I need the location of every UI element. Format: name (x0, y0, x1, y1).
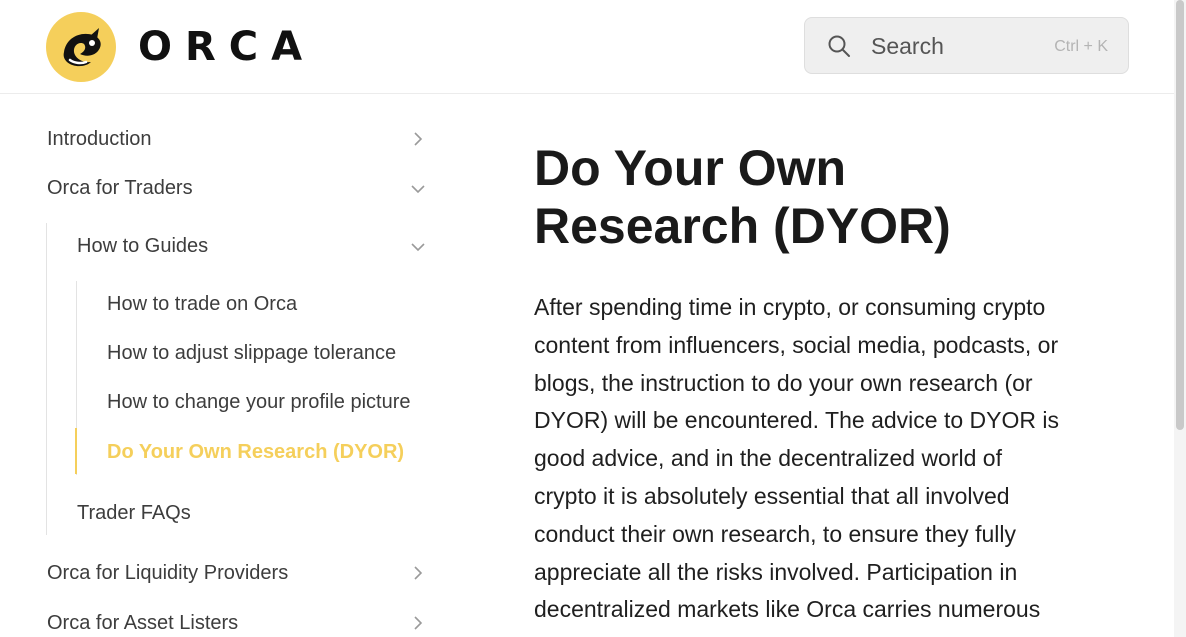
chevron-right-icon[interactable] (411, 566, 425, 580)
brand-wordmark[interactable]: ORCA (138, 22, 315, 72)
search-icon (827, 34, 851, 58)
sidebar-item-slippage-tolerance[interactable]: How to adjust slippage tolerance (107, 340, 396, 366)
page-title: Do Your Own Research (DYOR) (534, 140, 951, 254)
sidebar-item-profile-picture[interactable]: How to change your profile picture (107, 389, 411, 415)
search-shortcut-hint: Ctrl + K (1054, 38, 1108, 55)
search-placeholder: Search (871, 33, 944, 59)
sidebar-item-introduction[interactable]: Introduction (47, 126, 152, 152)
sidebar-item-trader-faqs[interactable]: Trader FAQs (77, 500, 191, 526)
page-scrollbar[interactable] (1174, 0, 1186, 637)
sidebar-item-how-to-trade[interactable]: How to trade on Orca (107, 291, 297, 317)
sidebar-item-how-to-guides[interactable]: How to Guides (77, 233, 208, 259)
article-paragraph: After spending time in crypto, or consum… (534, 294, 1059, 623)
chevron-down-icon[interactable] (411, 182, 425, 196)
sidebar-item-asset-listers[interactable]: Orca for Asset Listers (47, 610, 238, 636)
top-header: ORCA Search Ctrl + K (0, 0, 1174, 94)
sidebar-item-liquidity-providers[interactable]: Orca for Liquidity Providers (47, 560, 288, 586)
chevron-right-icon[interactable] (411, 616, 425, 630)
nav-guide-line (46, 223, 47, 535)
active-indicator (75, 428, 77, 474)
chevron-down-icon[interactable] (411, 240, 425, 254)
chevron-right-icon[interactable] (411, 132, 425, 146)
orca-logo-icon[interactable] (46, 12, 116, 82)
scrollbar-thumb[interactable] (1176, 0, 1184, 430)
sidebar-item-dyor[interactable]: Do Your Own Research (DYOR) (107, 439, 404, 465)
search-box[interactable]: Search Ctrl + K (804, 17, 1129, 74)
sidebar-nav: Introduction Orca for Traders How to Gui… (0, 95, 470, 637)
sidebar-item-orca-for-traders[interactable]: Orca for Traders (47, 175, 193, 201)
